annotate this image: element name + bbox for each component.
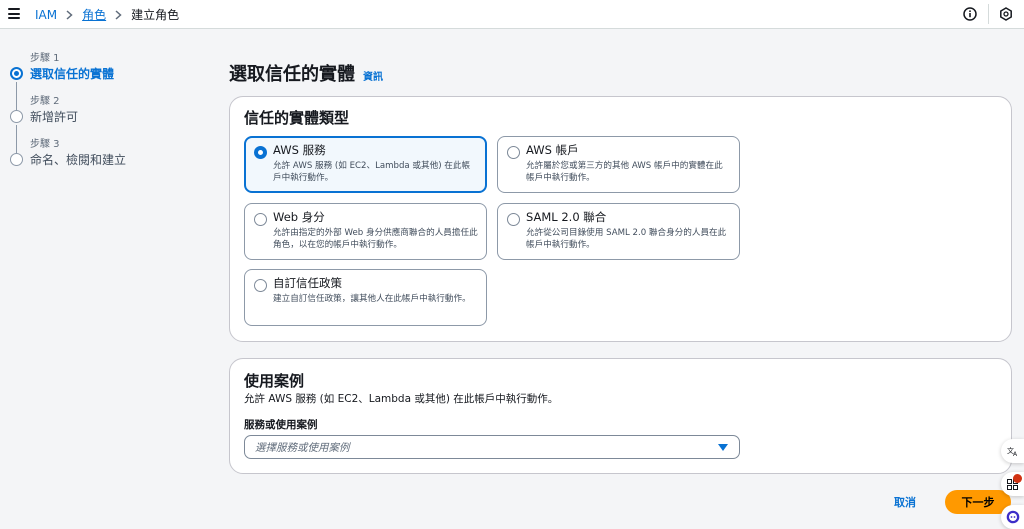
top-navigation-bar: IAM 角色 建立角色 <box>0 0 1024 29</box>
radio-button[interactable] <box>507 213 520 226</box>
step-label: 新增許可 <box>30 110 79 124</box>
breadcrumb-iam[interactable]: IAM <box>35 8 57 22</box>
step-2[interactable]: 步驟 2 新增許可 <box>10 95 210 138</box>
translate-icon[interactable]: 文A <box>1001 439 1024 463</box>
radio-button[interactable] <box>254 213 267 226</box>
breadcrumb-current: 建立角色 <box>131 8 180 22</box>
step-label: 命名、檢閱和建立 <box>30 153 127 167</box>
svg-text:A: A <box>1013 451 1018 457</box>
toolbar-divider <box>988 4 989 24</box>
assistant-icon[interactable] <box>1001 505 1024 529</box>
step-1[interactable]: 步驟 1 選取信任的實體 <box>10 52 210 95</box>
step-3[interactable]: 步驟 3 命名、檢閱和建立 <box>10 138 210 181</box>
option-description: 允許從公司目錄使用 SAML 2.0 聯合身分的人員在此帳戶中執行動作。 <box>526 228 727 250</box>
option-description: 允許屬於您或第三方的其他 AWS 帳戶中的實體在此帳戶中執行動作。 <box>526 161 723 183</box>
option-description: 允許由指定的外部 Web 身分供應商聯合的人員擔任此角色，以在您的帳戶中執行動作… <box>273 228 478 250</box>
radio-button[interactable] <box>254 279 267 292</box>
step-indicator-icon <box>10 67 23 80</box>
service-field-label: 服務或使用案例 <box>244 419 318 431</box>
option-custom-trust-policy[interactable]: 自訂信任政策 建立自訂信任政策，讓其他人在此帳戶中執行動作。 <box>244 269 487 326</box>
card-title: 使用案例 <box>244 372 305 390</box>
option-title: SAML 2.0 聯合 <box>526 210 607 224</box>
info-link[interactable]: 資訊 <box>363 68 383 83</box>
step-indicator-icon <box>10 110 23 123</box>
radio-button[interactable] <box>507 146 520 159</box>
cancel-button[interactable]: 取消 <box>894 494 916 510</box>
breadcrumb: IAM 角色 建立角色 <box>35 6 179 23</box>
step-caption: 步驟 3 <box>30 139 60 150</box>
caret-down-icon <box>718 444 728 451</box>
service-select[interactable]: 選擇服務或使用案例 <box>244 435 740 459</box>
option-title: Web 身分 <box>273 210 325 224</box>
breadcrumb-roles[interactable]: 角色 <box>82 6 106 23</box>
apps-grid-icon[interactable] <box>1001 472 1024 496</box>
option-description: 建立自訂信任政策，讓其他人在此帳戶中執行動作。 <box>273 294 471 304</box>
chevron-right-icon <box>115 9 122 20</box>
notification-badge-icon <box>1013 474 1022 483</box>
card-title: 信任的實體類型 <box>244 109 350 127</box>
option-aws-account[interactable]: AWS 帳戶 允許屬於您或第三方的其他 AWS 帳戶中的實體在此帳戶中執行動作。 <box>497 136 740 193</box>
step-caption: 步驟 2 <box>30 96 60 107</box>
radio-button[interactable] <box>254 146 267 159</box>
step-caption: 步驟 1 <box>30 53 60 64</box>
option-saml-federation[interactable]: SAML 2.0 聯合 允許從公司目錄使用 SAML 2.0 聯合身分的人員在此… <box>497 203 740 260</box>
wizard-steps: 步驟 1 選取信任的實體 步驟 2 新增許可 步驟 3 命名、檢閱和建立 <box>10 52 210 181</box>
option-web-identity[interactable]: Web 身分 允許由指定的外部 Web 身分供應商聯合的人員擔任此角色，以在您的… <box>244 203 487 260</box>
select-placeholder: 選擇服務或使用案例 <box>255 442 350 454</box>
option-title: AWS 帳戶 <box>526 143 579 157</box>
info-icon[interactable] <box>962 6 978 22</box>
step-label: 選取信任的實體 <box>30 67 115 81</box>
step-indicator-icon <box>10 153 23 166</box>
option-aws-service[interactable]: AWS 服務 允許 AWS 服務 (如 EC2、Lambda 或其他) 在此帳戶… <box>244 136 487 193</box>
settings-hexagon-icon[interactable] <box>998 6 1014 22</box>
option-title: 自訂信任政策 <box>273 276 342 290</box>
menu-icon[interactable] <box>8 8 20 19</box>
option-title: AWS 服務 <box>273 143 326 157</box>
page-title: 選取信任的實體 <box>229 64 355 85</box>
use-case-description: 允許 AWS 服務 (如 EC2、Lambda 或其他) 在此帳戶中執行動作。 <box>244 393 559 405</box>
option-description: 允許 AWS 服務 (如 EC2、Lambda 或其他) 在此帳戶中執行動作。 <box>273 161 471 183</box>
next-button[interactable]: 下一步 <box>945 490 1011 514</box>
chevron-right-icon <box>66 9 73 20</box>
